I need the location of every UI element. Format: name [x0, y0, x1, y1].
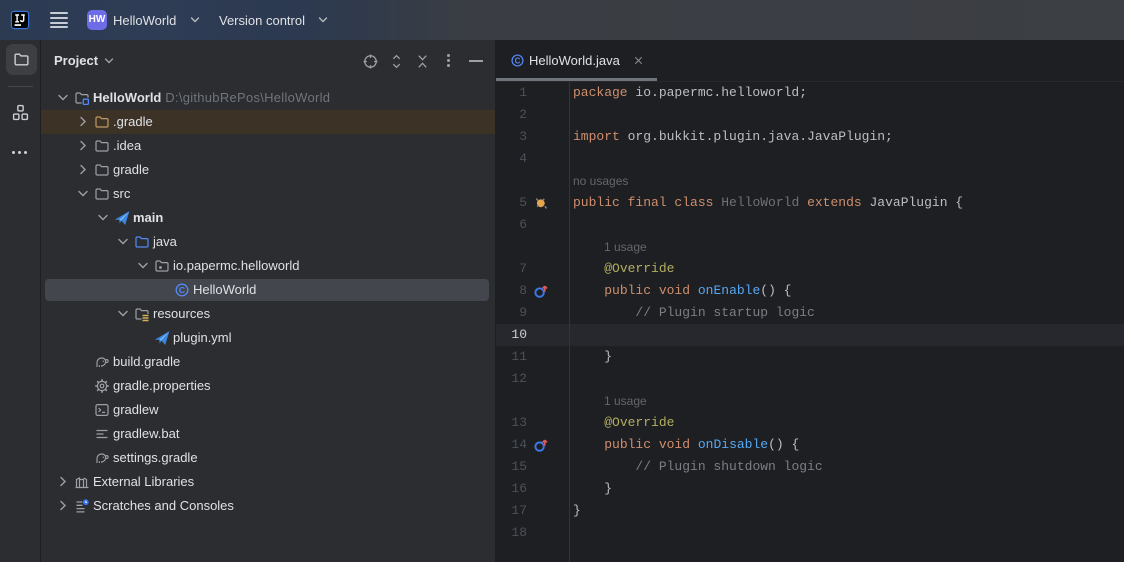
- svg-text:C: C: [515, 57, 521, 66]
- svg-text:C: C: [179, 285, 185, 295]
